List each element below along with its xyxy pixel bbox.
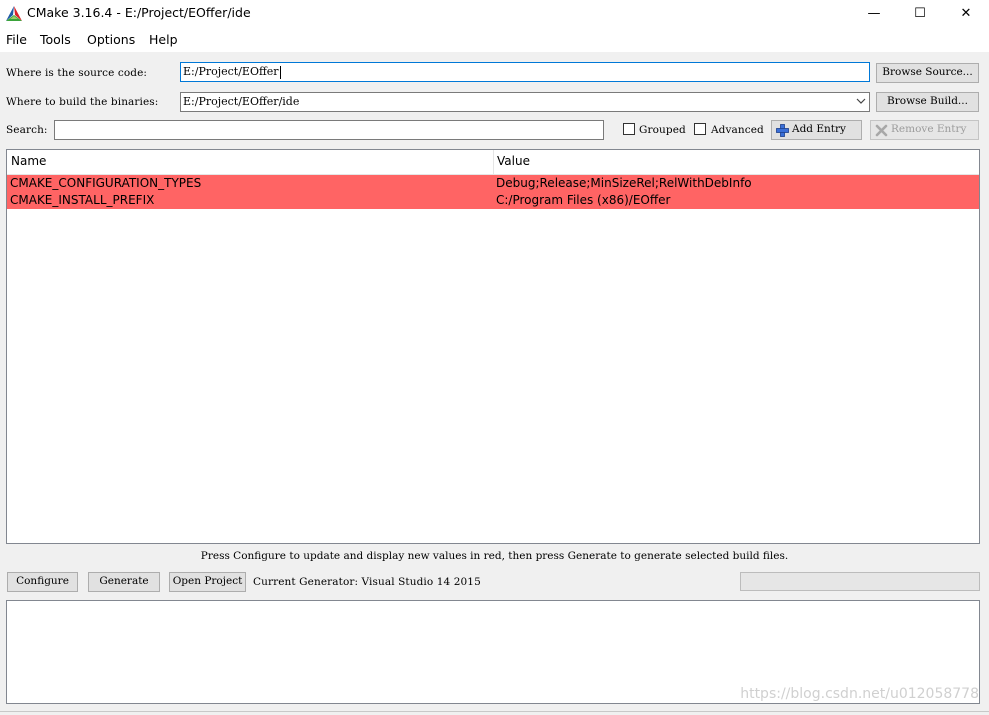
generate-button[interactable]: Generate [88,572,160,592]
entry-name: CMAKE_CONFIGURATION_TYPES [10,176,202,190]
search-input[interactable] [54,120,604,140]
table-row[interactable]: CMAKE_CONFIGURATION_TYPES Debug;Release;… [7,175,979,192]
advanced-label[interactable]: Advanced [711,124,764,136]
remove-entry-button[interactable]: Remove Entry [870,120,979,140]
build-path-value: E:/Project/EOffer/ide [183,95,300,108]
remove-icon [875,124,888,137]
menu-options[interactable]: Options [87,32,135,47]
column-header-value[interactable]: Value [497,154,530,168]
column-header-name[interactable]: Name [11,154,46,168]
entry-value: Debug;Release;MinSizeRel;RelWithDebInfo [496,176,752,190]
source-path-value: E:/Project/EOffer [183,65,279,78]
remove-entry-label: Remove Entry [891,123,967,135]
current-generator-label: Current Generator: Visual Studio 14 2015 [253,576,481,588]
close-icon: ✕ [960,6,972,21]
build-label: Where to build the binaries: [6,96,159,108]
browse-build-button[interactable]: Browse Build... [876,92,979,112]
browse-source-button[interactable]: Browse Source... [876,63,979,83]
add-icon [776,124,789,137]
grouped-label[interactable]: Grouped [639,124,686,136]
add-entry-label: Add Entry [792,123,846,135]
configure-hint: Press Configure to update and display ne… [200,550,789,562]
cmake-logo-icon [6,6,22,21]
build-path-combobox[interactable]: E:/Project/EOffer/ide [180,92,870,112]
watermark-text: https://blog.csdn.net/u012058778 [740,686,979,702]
open-project-button[interactable]: Open Project [169,572,246,592]
search-label: Search: [6,124,48,136]
text-cursor [279,65,281,79]
table-row[interactable]: CMAKE_INSTALL_PREFIX C:/Program Files (x… [7,192,979,209]
menu-tools[interactable]: Tools [40,32,71,47]
table-header: Name Value [7,150,979,175]
menu-file[interactable]: File [6,32,27,47]
source-label: Where is the source code: [6,67,148,79]
entry-name: CMAKE_INSTALL_PREFIX [10,193,155,207]
window-bottom-border [0,711,989,712]
cache-table[interactable]: Name Value CMAKE_CONFIGURATION_TYPES Deb… [6,149,980,544]
minimize-button[interactable]: — [851,0,897,28]
configure-button[interactable]: Configure [7,572,78,592]
entry-value: C:/Program Files (x86)/EOffer [496,193,671,207]
window-title: CMake 3.16.4 - E:/Project/EOffer/ide [27,5,251,20]
chevron-down-icon[interactable] [856,98,866,105]
source-path-input[interactable]: E:/Project/EOffer [180,62,870,82]
title-bar[interactable]: CMake 3.16.4 - E:/Project/EOffer/ide — ☐… [0,0,989,28]
close-button[interactable]: ✕ [943,0,989,28]
column-divider[interactable] [493,150,494,174]
add-entry-button[interactable]: Add Entry [771,120,862,140]
minimize-icon: — [867,6,881,21]
maximize-icon: ☐ [914,6,926,21]
menu-bar: File Tools Options Help [0,28,989,52]
progress-bar [740,572,980,591]
maximize-button[interactable]: ☐ [897,0,943,28]
advanced-checkbox[interactable] [694,123,706,135]
menu-help[interactable]: Help [149,32,178,47]
grouped-checkbox[interactable] [623,123,635,135]
